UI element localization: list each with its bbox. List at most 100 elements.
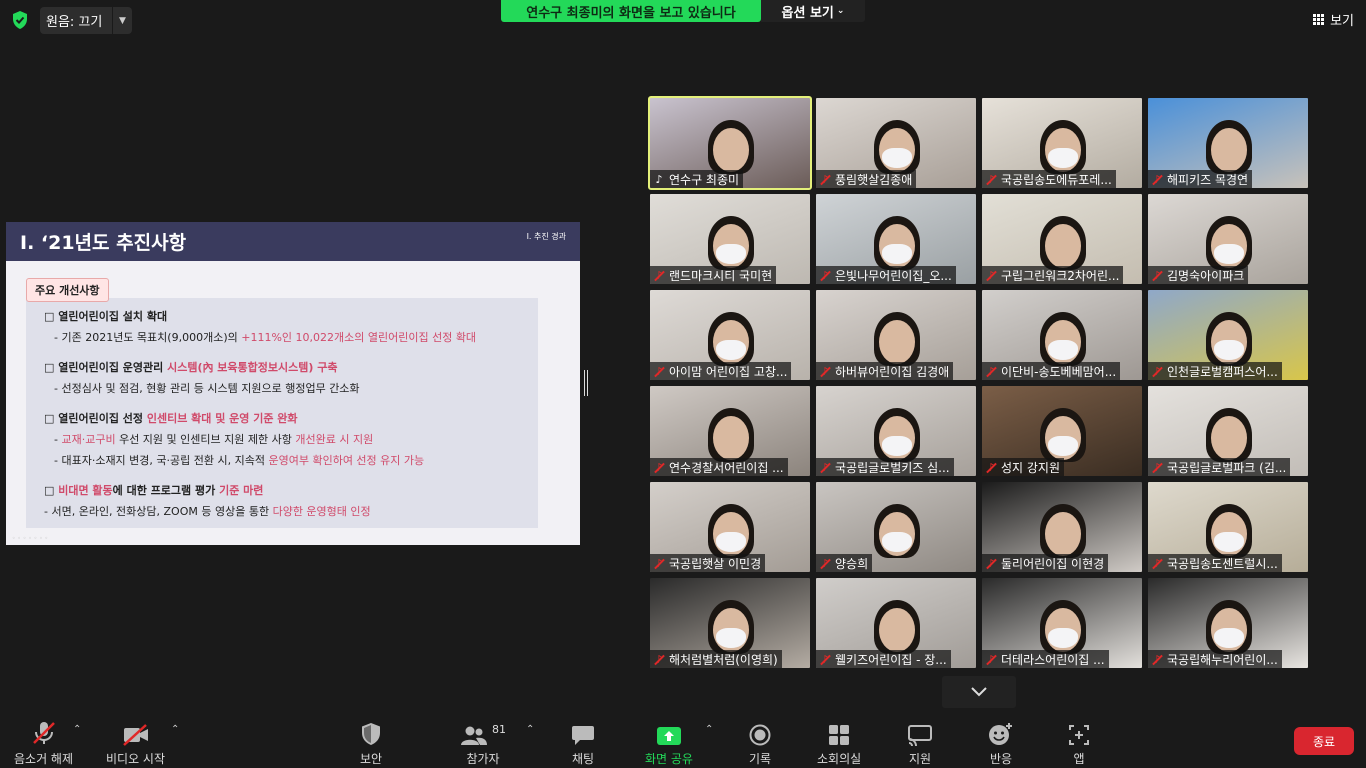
participant-face: [713, 416, 749, 460]
slide-line: - 기존 2021년도 목표치(9,000개소)의 +111%인 10,022개…: [44, 327, 526, 348]
view-options-button[interactable]: 옵션 보기 ⌄: [761, 0, 865, 22]
participant-video-tile[interactable]: ♪ 랜드마크시티 국미현: [650, 194, 810, 284]
face-mask: [716, 628, 746, 648]
participants-icon: [461, 726, 487, 745]
participant-video-tile[interactable]: ♪ 국공립송도센트럴시...: [1148, 482, 1308, 572]
split-view-resize-handle[interactable]: [584, 370, 588, 396]
zoom-meeting-window: 원음: 끄기 ▼ 연수구 최종미의 화면을 보고 있습니다 옵션 보기 ⌄ 보기…: [0, 0, 1366, 768]
participant-name: 국공립송도에듀포레...: [1001, 172, 1112, 187]
microphone-muted-icon: ♪: [653, 557, 665, 570]
share-screen-arrow-icon: [656, 727, 681, 745]
participant-name: 구립그린워크2차어린...: [1001, 268, 1120, 283]
participant-video-tile[interactable]: ♪ 은빛나무어린이집_오...: [816, 194, 976, 284]
chevron-down-icon[interactable]: ▼: [112, 7, 132, 34]
chat-button[interactable]: 채팅: [571, 720, 595, 767]
participant-nameplate: ♪ 국공립글로벌키즈 심...: [816, 458, 954, 476]
slide-line: - 교재·교구비 우선 지원 및 인센티브 지원 제한 사항 개선완료 시 지원: [44, 429, 526, 450]
participant-name: 아이맘 어린이집 고창...: [669, 364, 788, 379]
reactions-button[interactable]: 반응: [988, 720, 1014, 767]
record-label: 기록: [749, 752, 772, 766]
participant-nameplate: ♪ 국공립햇살 이민경: [650, 554, 766, 572]
microphone-muted-icon: ♪: [819, 461, 831, 474]
audio-options-caret-icon[interactable]: ⌃: [73, 724, 81, 735]
gallery-next-page-button[interactable]: [942, 676, 1016, 708]
participant-nameplate: ♪ 랜드마크시티 국미현: [650, 266, 777, 284]
participant-video-tile[interactable]: ♪ 더테라스어린이집 ...: [982, 578, 1142, 668]
encryption-shield-icon[interactable]: [10, 10, 30, 30]
face-mask: [1048, 628, 1078, 648]
slide-text-highlight: 기준 마련: [219, 484, 264, 497]
participant-video-tile[interactable]: ♪ 둘리어린이집 이현경: [982, 482, 1142, 572]
participant-video-tile[interactable]: ♪ 국공립글로벌키즈 심...: [816, 386, 976, 476]
record-button[interactable]: 기록: [749, 720, 771, 767]
share-options-caret-icon[interactable]: ⌃: [705, 724, 713, 735]
participant-video-tile[interactable]: ♪ 연수경찰서어린이집 ...: [650, 386, 810, 476]
participants-button[interactable]: 81 참가자: [460, 720, 506, 767]
microphone-muted-icon: ♪: [1151, 269, 1163, 282]
participant-video-tile[interactable]: ♪ 국공립해누리어린이...: [1148, 578, 1308, 668]
end-meeting-button[interactable]: 종료: [1294, 727, 1354, 755]
share-screen-button[interactable]: 화면 공유: [645, 720, 693, 767]
participant-video-tile[interactable]: ♪ 해피키즈 목경연: [1148, 98, 1308, 188]
slide-header: Ⅰ. ‘21년도 추진사항 Ⅰ. 추진 경과: [6, 222, 580, 261]
participant-video-tile[interactable]: ♪ 구립그린워크2차어린...: [982, 194, 1142, 284]
participant-video-tile[interactable]: ♪ 성지 강지원: [982, 386, 1142, 476]
microphone-muted-icon: ♪: [985, 557, 997, 570]
participant-face: [1045, 224, 1081, 268]
slide-pill-heading: 주요 개선사항: [26, 278, 109, 302]
view-layout-button[interactable]: 보기: [1313, 10, 1354, 29]
participant-video-tile[interactable]: ♪ 김명숙아이파크: [1148, 194, 1308, 284]
slide-text-highlight: 비대면 활동: [58, 484, 113, 497]
microphone-muted-icon: ♪: [1151, 653, 1163, 666]
slide-content-panel: □ 열린어린이집 설치 확대 - 기존 2021년도 목표치(9,000개소)의…: [26, 298, 538, 528]
microphone-muted-icon: ♪: [653, 365, 665, 378]
participant-video-tile[interactable]: ♪ 웰키즈어린이집 - 장...: [816, 578, 976, 668]
participant-face: [879, 320, 915, 364]
participant-video-tile[interactable]: ♪ 하버뷰어린이집 김경애: [816, 290, 976, 380]
view-layout-label: 보기: [1330, 14, 1354, 29]
participant-video-tile[interactable]: ♪ 해처럼별처럼(이영희): [650, 578, 810, 668]
participant-video-tile[interactable]: ♪ 풍림햇살김종애: [816, 98, 976, 188]
participant-video-tile[interactable]: ♪ 국공립글로벌파크 (김...: [1148, 386, 1308, 476]
microphone-muted-icon: ♪: [819, 653, 831, 666]
start-video-label: 비디오 시작: [106, 752, 166, 766]
unmute-button[interactable]: 음소거 해제: [14, 720, 73, 767]
microphone-muted-icon: ♪: [819, 557, 831, 570]
microphone-muted-icon: ♪: [819, 269, 831, 282]
original-sound-toggle[interactable]: 원음: 끄기 ▼: [40, 7, 132, 34]
microphone-muted-icon: ♪: [819, 173, 831, 186]
participant-video-tile[interactable]: ♪ 연수구 최종미: [648, 96, 812, 190]
record-icon: [749, 724, 771, 746]
face-mask: [1048, 340, 1078, 360]
slide-text: □: [44, 484, 59, 497]
participant-nameplate: ♪ 풍림햇살김종애: [816, 170, 917, 188]
participant-nameplate: ♪ 국공립해누리어린이...: [1148, 650, 1282, 668]
slide-text: 우선 지원 및 인센티브 지원 제한 사항: [115, 433, 296, 446]
participant-face: [1211, 416, 1247, 460]
support-label: 지원: [908, 752, 932, 766]
slide-text: - 기존 2021년도 목표치(9,000개소)의: [54, 331, 242, 344]
video-camera-off-icon: [122, 724, 148, 746]
participant-video-tile[interactable]: ♪ 이단비-송도베베맘어...: [982, 290, 1142, 380]
face-mask: [1048, 148, 1078, 168]
participant-video-tile[interactable]: ♪ 국공립송도에듀포레...: [982, 98, 1142, 188]
slide-text: - 대표자·소재지 변경, 국·공립 전환 시, 지속적: [54, 454, 269, 467]
participant-video-tile[interactable]: ♪ 인천글로벌캠퍼스어...: [1148, 290, 1308, 380]
breakout-rooms-button[interactable]: 소회의실: [817, 720, 861, 767]
participant-video-tile[interactable]: ♪ 아이맘 어린이집 고창...: [650, 290, 810, 380]
start-video-button[interactable]: 비디오 시작: [106, 720, 165, 767]
participant-name: 인천글로벌캠퍼스어...: [1167, 364, 1278, 379]
security-button[interactable]: 보안: [360, 720, 382, 767]
participant-name: 양승희: [835, 556, 869, 571]
participant-nameplate: ♪ 구립그린워크2차어린...: [982, 266, 1124, 284]
chat-label: 채팅: [571, 752, 595, 766]
participant-video-tile[interactable]: ♪ 양승희: [816, 482, 976, 572]
participants-caret-icon[interactable]: ⌃: [526, 724, 534, 735]
slide-line: - 대표자·소재지 변경, 국·공립 전환 시, 지속적 운영여부 확인하여 선…: [44, 450, 526, 471]
video-options-caret-icon[interactable]: ⌃: [171, 724, 179, 735]
participant-nameplate: ♪ 해피키즈 목경연: [1148, 170, 1253, 188]
apps-button[interactable]: 앱: [1068, 720, 1090, 767]
support-button[interactable]: 지원: [907, 720, 933, 767]
participant-video-tile[interactable]: ♪ 국공립햇살 이민경: [650, 482, 810, 572]
participant-nameplate: ♪ 연수경찰서어린이집 ...: [650, 458, 788, 476]
